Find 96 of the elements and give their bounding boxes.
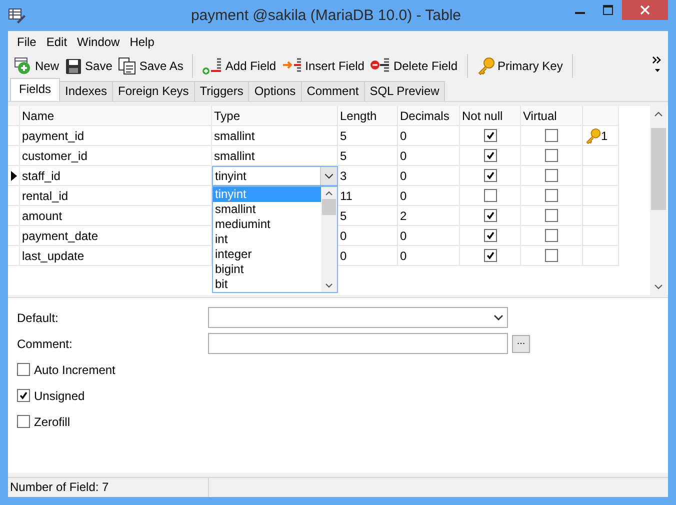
- key-position: 1: [601, 128, 608, 142]
- chevron-down-icon[interactable]: [325, 174, 333, 178]
- row-header[interactable]: [8, 166, 20, 186]
- tab[interactable]: Fields: [10, 78, 60, 101]
- field-label: Default:: [17, 310, 60, 324]
- chevron-down-icon: [494, 314, 503, 320]
- toolbar-button[interactable]: Delete Field: [367, 55, 460, 77]
- checkbox[interactable]: [484, 169, 496, 182]
- type-dropdown-list[interactable]: tinyint smallint mediumint int integer bigint bit: [212, 186, 338, 293]
- checkbox[interactable]: [484, 129, 496, 142]
- checkbox[interactable]: [484, 229, 496, 242]
- tab[interactable]: Indexes: [59, 81, 114, 101]
- table-cell: 2: [398, 206, 460, 226]
- close-icon: [640, 5, 650, 15]
- checkbox[interactable]: [545, 129, 558, 142]
- column-header[interactable]: Decimals: [398, 106, 460, 126]
- dropdown-option[interactable]: integer: [213, 247, 321, 262]
- comment-field[interactable]: [208, 333, 508, 354]
- status-text: Number of Field: 7: [8, 478, 209, 497]
- documents-icon: [118, 57, 136, 75]
- table-cell: staff_id: [20, 166, 212, 186]
- table-cell: payment_id: [20, 126, 212, 146]
- tab[interactable]: Options: [248, 81, 302, 101]
- dropdown-option[interactable]: int: [213, 232, 321, 247]
- tab[interactable]: Foreign Keys: [112, 81, 195, 101]
- table-cell: smallint: [212, 126, 338, 146]
- field-label: Comment:: [17, 336, 74, 350]
- checkbox[interactable]: [545, 189, 558, 202]
- dropdown-option[interactable]: bigint: [213, 262, 321, 277]
- checkbox[interactable]: [484, 149, 496, 162]
- table-cell: amount: [20, 206, 212, 226]
- checkbox[interactable]: [545, 249, 558, 262]
- close-button[interactable]: [622, 0, 668, 20]
- table-cell: 5: [338, 146, 398, 166]
- checkbox[interactable]: [17, 363, 30, 376]
- table-design-icon: [8, 8, 26, 24]
- table-cell: 5: [338, 126, 398, 146]
- scrollbar[interactable]: [650, 106, 667, 295]
- table-cell: 0: [398, 126, 460, 146]
- tab[interactable]: Triggers: [194, 81, 250, 101]
- menu-item[interactable]: Help: [124, 35, 160, 49]
- delete-field-icon: [370, 57, 390, 75]
- table-cell: customer_id: [20, 146, 212, 166]
- checkbox[interactable]: [17, 389, 30, 402]
- checkbox[interactable]: [484, 189, 496, 202]
- table-cell: 0: [398, 166, 460, 186]
- window-title: payment @sakila (MariaDB 10.0) - Table: [190, 7, 462, 24]
- checkbox[interactable]: [484, 249, 496, 262]
- checkbox[interactable]: [545, 229, 558, 242]
- tab[interactable]: SQL Preview: [364, 81, 446, 101]
- column-header[interactable]: Type: [212, 106, 338, 126]
- dropdown-option[interactable]: smallint: [213, 202, 321, 217]
- scroll-thumb[interactable]: [651, 128, 666, 210]
- browse-button[interactable]: ...: [512, 334, 530, 352]
- table-cell: 0: [398, 186, 460, 206]
- checkbox[interactable]: [17, 415, 30, 428]
- toolbar-button[interactable]: New: [11, 55, 62, 77]
- column-header[interactable]: Name: [20, 106, 212, 126]
- table-cell: 3: [338, 166, 398, 186]
- checkbox[interactable]: [545, 169, 558, 182]
- checkbox-label[interactable]: Zerofill: [34, 414, 70, 428]
- menu-item[interactable]: Edit: [41, 35, 72, 49]
- scroll-thumb[interactable]: [322, 199, 336, 215]
- table-cell: rental_id: [20, 186, 212, 206]
- toolbar-button[interactable]: Insert Field: [279, 55, 368, 77]
- key-icon: [476, 57, 494, 75]
- dropdown-option[interactable]: mediumint: [213, 217, 321, 232]
- tab[interactable]: Comment: [300, 81, 365, 101]
- current-row-icon: [10, 170, 16, 180]
- toolbar-button[interactable]: Add Field: [199, 55, 280, 77]
- insert-field-icon: [282, 57, 302, 75]
- table-cell: last_update: [20, 246, 212, 266]
- checkbox[interactable]: [484, 209, 496, 222]
- checkbox[interactable]: [545, 149, 558, 162]
- maximize-icon[interactable]: [603, 5, 613, 15]
- column-header[interactable]: Length: [338, 106, 398, 126]
- table-cell: payment_date: [20, 226, 212, 246]
- table-cell: 0: [398, 226, 460, 246]
- add-table-icon: [14, 57, 32, 75]
- table-cell: 0: [398, 246, 460, 266]
- toolbar-button[interactable]: Primary Key: [474, 55, 566, 77]
- add-field-icon: [202, 57, 222, 75]
- key-icon: [585, 128, 601, 144]
- column-header[interactable]: Virtual: [521, 106, 583, 126]
- scrollbar[interactable]: [321, 187, 337, 292]
- menu-item[interactable]: Window: [72, 35, 125, 49]
- table-cell: 0: [398, 146, 460, 166]
- type-combo[interactable]: tinyint: [212, 166, 338, 186]
- checkbox-label[interactable]: Unsigned: [34, 388, 85, 402]
- dropdown-option[interactable]: bit: [213, 277, 321, 292]
- toolbar-button[interactable]: Save As: [115, 55, 186, 77]
- checkbox-label[interactable]: Auto Increment: [34, 362, 116, 376]
- toolbar-button[interactable]: Save: [62, 55, 116, 77]
- column-header[interactable]: Not null: [460, 106, 521, 126]
- menu-item[interactable]: File: [12, 35, 42, 49]
- checkbox[interactable]: [545, 209, 558, 222]
